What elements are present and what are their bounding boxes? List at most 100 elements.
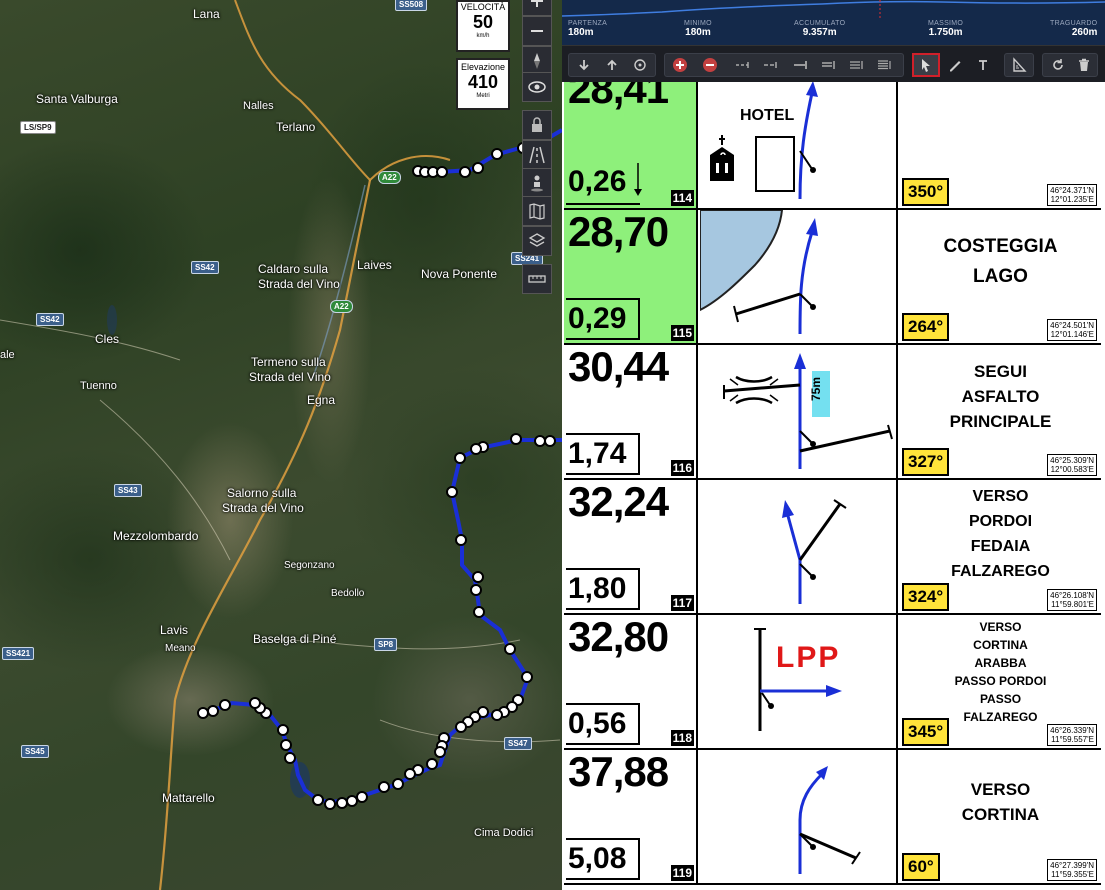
note-cell[interactable]: VERSO CORTINA ARABBA PASSO PORDOI PASSO … bbox=[900, 615, 1101, 748]
stat-traguardo: TRAGUARDO 260m bbox=[1050, 20, 1097, 38]
map-view[interactable]: Lana Santa Valburga Nalles Terlano Calda… bbox=[0, 0, 562, 890]
heading-badge: 345° bbox=[902, 718, 950, 746]
note-line: COSTEGGIA bbox=[943, 235, 1058, 257]
trash-icon bbox=[1079, 58, 1089, 71]
partial-distance: 1,80 bbox=[566, 568, 640, 610]
row-number: 118 bbox=[670, 730, 694, 746]
street-view-toggle[interactable] bbox=[522, 72, 552, 102]
row-number: 119 bbox=[670, 865, 694, 881]
pen-icon bbox=[950, 61, 961, 72]
map-label-salorno-1: Salorno sulla bbox=[227, 486, 297, 500]
tulip-diagram-cell[interactable]: HOTEL bbox=[700, 82, 898, 208]
roadbook-row[interactable]: 28,70 0,29 115 COSTEGGIA LAGO 264° 46°24… bbox=[564, 208, 1101, 345]
roadbook-row[interactable]: 32,80 0,56 118 LPP VERSO CORTINA ARABBA … bbox=[564, 613, 1101, 750]
note-text: VERSO CORTINA bbox=[900, 750, 1101, 853]
ruler-button[interactable] bbox=[522, 264, 552, 294]
tulip-diagram-cell[interactable] bbox=[700, 210, 898, 343]
map-label-bedollo: Bedollo bbox=[331, 588, 365, 599]
undo-icon bbox=[1053, 59, 1063, 70]
tulip-diagram-cell[interactable] bbox=[700, 480, 898, 613]
coord-lon: 12°01.146'E bbox=[1050, 330, 1094, 339]
coordinates: 46°27.399'N 11°59.355'E bbox=[1047, 859, 1097, 881]
layers-button[interactable] bbox=[522, 226, 552, 256]
align-lines-icon bbox=[850, 61, 863, 69]
roadbook-rows[interactable]: 28,41 0,26 114 HOTEL 350° 46°24.371'N 12… bbox=[562, 82, 1105, 890]
roadbook-row[interactable]: 32,24 1,80 117 VERSO PORDOI FEDAIA FALZA… bbox=[564, 478, 1101, 615]
note-line: SEGUI bbox=[974, 362, 1027, 381]
elevation-box: Elevazione 410 Metri bbox=[456, 58, 510, 110]
cursor-icon bbox=[922, 59, 930, 72]
total-distance: 28,70 bbox=[568, 208, 669, 255]
stat-partenza-key: PARTENZA bbox=[568, 20, 608, 27]
arrow-up-icon bbox=[607, 59, 617, 70]
heading-badge: 60° bbox=[902, 853, 940, 881]
tulip-diagram-cell[interactable] bbox=[700, 750, 898, 883]
roadbook-row[interactable]: 37,88 5,08 119 VERSO CORTINA 60° 46°27.3… bbox=[564, 748, 1101, 885]
note-cell[interactable]: VERSO PORDOI FEDAIA FALZAREGO 324° 46°26… bbox=[900, 480, 1101, 613]
note-cell[interactable]: COSTEGGIA LAGO 264° 46°24.501'N 12°01.14… bbox=[900, 210, 1101, 343]
elevation-profile[interactable]: PARTENZA 180m MINIMO 180m ACCUMULATO 9.3… bbox=[562, 0, 1105, 46]
partial-distance: 1,74 bbox=[566, 433, 640, 475]
coord-lon: 11°59.355'E bbox=[1051, 870, 1094, 879]
align-tool-5[interactable] bbox=[844, 53, 868, 77]
road-layer-button[interactable] bbox=[522, 140, 552, 170]
roadbook-toolbar bbox=[562, 50, 1105, 80]
roadbook-row[interactable]: 30,44 1,74 116 75m SEGUI ASFALTO PRINCIP… bbox=[564, 343, 1101, 480]
lock-button[interactable] bbox=[522, 110, 552, 140]
note-line: ARABBA bbox=[974, 655, 1027, 670]
remove-waypoint-button[interactable] bbox=[698, 53, 722, 77]
note-text: SEGUI ASFALTO PRINCIPALE bbox=[900, 345, 1101, 448]
select-tool-button[interactable] bbox=[912, 53, 940, 77]
add-waypoint-button[interactable] bbox=[668, 53, 692, 77]
map-label-cima-dodici: Cima Dodici bbox=[474, 827, 534, 839]
tulip-diagram-cell[interactable]: 75m bbox=[700, 345, 898, 478]
locate-button[interactable] bbox=[628, 53, 652, 77]
align-fill-icon bbox=[878, 60, 891, 70]
zoom-in-button[interactable] bbox=[522, 0, 552, 16]
map-type-button[interactable] bbox=[522, 196, 552, 226]
align-dashed-2-icon bbox=[764, 62, 777, 68]
distance-marker-label: 75m bbox=[809, 376, 823, 401]
measure-tool-button[interactable] bbox=[1004, 53, 1034, 77]
note-cell[interactable]: SEGUI ASFALTO PRINCIPALE 327° 46°25.309'… bbox=[900, 345, 1101, 478]
coord-lon: 12°00.583'E bbox=[1050, 465, 1094, 474]
pegman-button[interactable] bbox=[522, 168, 552, 198]
heading-badge: 327° bbox=[902, 448, 950, 476]
align-tool-2[interactable] bbox=[758, 53, 782, 77]
align-tool-4[interactable] bbox=[816, 53, 840, 77]
undo-button[interactable] bbox=[1046, 53, 1070, 77]
note-line: PRINCIPALE bbox=[949, 412, 1052, 431]
partial-distance: 0,29 bbox=[566, 298, 640, 340]
draw-tool-button[interactable] bbox=[942, 53, 968, 77]
roadbook-row[interactable]: 28,41 0,26 114 HOTEL 350° 46°24.371'N 12… bbox=[564, 82, 1101, 210]
delete-button[interactable] bbox=[1072, 53, 1096, 77]
heading-badge: 350° bbox=[902, 178, 950, 206]
map-label-ale: ale bbox=[0, 349, 15, 361]
layers-icon bbox=[528, 233, 546, 247]
move-down-button[interactable] bbox=[572, 53, 596, 77]
map-icon bbox=[529, 203, 545, 220]
map-label-terlano: Terlano bbox=[276, 120, 316, 134]
road-shield-ss42-a: SS42 bbox=[191, 261, 219, 274]
stat-minimo: MINIMO 180m bbox=[684, 20, 712, 38]
distance-cell: 32,24 1,80 117 bbox=[564, 478, 698, 613]
align-tool-6[interactable] bbox=[872, 53, 896, 77]
road-shield-a22-mid: A22 bbox=[330, 300, 353, 313]
align-tool-3[interactable] bbox=[788, 53, 812, 77]
tulip-diagram-cell[interactable]: LPP bbox=[700, 615, 898, 748]
stat-massimo: MASSIMO 1.750m bbox=[928, 20, 963, 38]
note-line: PASSO PORDOI bbox=[954, 673, 1047, 688]
map-label-caldaro-2: Strada del Vino bbox=[258, 277, 340, 291]
align-line-icon bbox=[794, 61, 807, 69]
move-up-button[interactable] bbox=[600, 53, 624, 77]
coord-lon: 12°01.235'E bbox=[1050, 195, 1094, 204]
ruler-icon bbox=[528, 275, 546, 283]
zoom-out-button[interactable] bbox=[522, 16, 552, 46]
speed-unit: km/h bbox=[476, 33, 490, 39]
note-cell[interactable]: 350° 46°24.371'N 12°01.235'E bbox=[900, 82, 1101, 208]
note-cell[interactable]: VERSO CORTINA 60° 46°27.399'N 11°59.355'… bbox=[900, 750, 1101, 883]
tulip-diagram bbox=[782, 499, 847, 604]
align-tool-1[interactable] bbox=[730, 53, 754, 77]
elevation-unit: Metri bbox=[476, 93, 490, 99]
text-tool-button[interactable] bbox=[970, 53, 996, 77]
